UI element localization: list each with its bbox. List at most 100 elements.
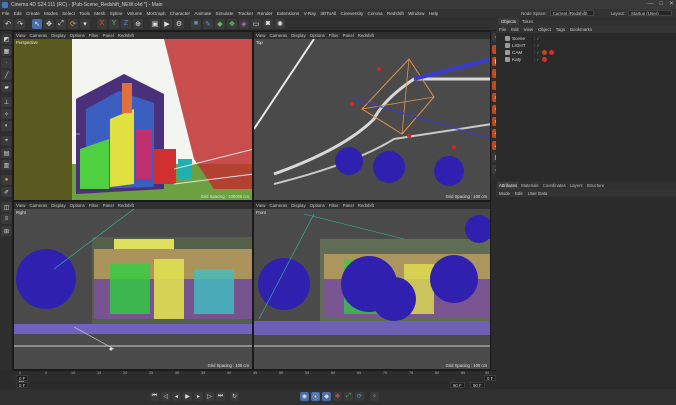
move-icon[interactable]: ✥ bbox=[44, 18, 54, 29]
coord-icon[interactable]: ⊕ bbox=[133, 18, 143, 29]
vp-menu-display[interactable]: Display bbox=[291, 33, 305, 38]
menu-render[interactable]: Render bbox=[257, 11, 272, 16]
record-keys-icon[interactable]: ◉ bbox=[300, 392, 309, 401]
deformer-icon[interactable]: ◈ bbox=[239, 18, 249, 29]
vp-menu-panel[interactable]: Panel bbox=[103, 33, 114, 38]
om-menu-tags[interactable]: Tags bbox=[556, 27, 565, 32]
axis-z-icon[interactable]: Z bbox=[121, 18, 131, 29]
visibility-dots-icon[interactable]: ⁚ ✓ bbox=[534, 43, 540, 48]
menu-create[interactable]: Create bbox=[26, 11, 40, 16]
viewport-layout-icon[interactable]: ⊞ bbox=[1, 226, 12, 236]
prev-frame-icon[interactable]: ◂ bbox=[172, 392, 181, 401]
om-menu-edit[interactable]: Edit bbox=[511, 27, 519, 32]
om-menu-file[interactable]: File bbox=[499, 27, 506, 32]
redshift-tag-icon[interactable] bbox=[541, 50, 547, 55]
vp-menu-filter[interactable]: Filter bbox=[329, 33, 339, 38]
menu-volume[interactable]: Volume bbox=[127, 11, 142, 16]
vp-menu-filter[interactable]: Filter bbox=[329, 203, 339, 208]
vp-menu-options[interactable]: Options bbox=[310, 33, 325, 38]
render-settings-icon[interactable]: ⚙ bbox=[174, 18, 184, 29]
solo-icon[interactable]: ◐ bbox=[1, 121, 12, 131]
end-frame-field[interactable]: 90 F bbox=[450, 382, 465, 388]
menu-tracker[interactable]: Tracker bbox=[238, 11, 253, 16]
vp-menu-cameras[interactable]: Cameras bbox=[269, 33, 287, 38]
render-icon[interactable]: ▶ bbox=[162, 18, 172, 29]
polygons-mode-icon[interactable]: ▰ bbox=[1, 82, 12, 92]
menu-mesh[interactable]: Mesh bbox=[94, 11, 105, 16]
loop-icon[interactable]: ↻ bbox=[230, 392, 239, 401]
camera-icon[interactable]: ◙ bbox=[263, 18, 273, 29]
viewport-perspective[interactable]: View Cameras Display Options Filter Pane… bbox=[13, 31, 253, 201]
menu-tools[interactable]: Tools bbox=[79, 11, 90, 16]
maximize-button[interactable]: □ bbox=[659, 1, 663, 8]
pen-icon[interactable]: ✎ bbox=[203, 18, 213, 29]
layout-dropdown[interactable]: Startup (User) bbox=[628, 10, 672, 16]
param-key-icon[interactable]: ⁘ bbox=[370, 392, 379, 401]
viewport-front[interactable]: View Cameras Display Options Filter Pane… bbox=[253, 201, 491, 370]
texture-mode-icon[interactable]: ▦ bbox=[1, 46, 12, 56]
menu-simulate[interactable]: Simulate bbox=[216, 11, 234, 16]
menu-select[interactable]: Select bbox=[62, 11, 75, 16]
vp-menu-cameras[interactable]: Cameras bbox=[269, 203, 287, 208]
locked-workplane-icon[interactable]: ▥ bbox=[1, 160, 12, 170]
vp-menu-panel[interactable]: Panel bbox=[343, 203, 354, 208]
vp-menu-display[interactable]: Display bbox=[291, 203, 305, 208]
vp-menu-panel[interactable]: Panel bbox=[343, 33, 354, 38]
tweak-mode-icon[interactable]: ✧ bbox=[1, 109, 12, 119]
workplane-icon[interactable]: ▤ bbox=[1, 148, 12, 158]
snap-icon[interactable]: ⌖ bbox=[1, 136, 12, 146]
go-to-end-icon[interactable]: ⏭ bbox=[216, 392, 225, 401]
vp-menu-view[interactable]: View bbox=[256, 33, 265, 38]
menu-cineversity[interactable]: Cineversity bbox=[341, 11, 364, 16]
prev-key-icon[interactable]: ◁ bbox=[161, 392, 170, 401]
node-space-dropdown[interactable]: Current (Redshift) bbox=[549, 10, 594, 16]
play-icon[interactable]: ▶ bbox=[183, 392, 192, 401]
visibility-dots-icon[interactable]: ⁚ ✓ bbox=[534, 50, 540, 55]
edges-mode-icon[interactable]: ╱ bbox=[1, 70, 12, 80]
vp-menu-view[interactable]: View bbox=[16, 203, 25, 208]
tab-coordinates[interactable]: Coordinates bbox=[541, 182, 568, 189]
display-tag-icon[interactable] bbox=[541, 57, 547, 62]
am-menu-mode[interactable]: Mode bbox=[499, 191, 510, 196]
close-button[interactable]: ✕ bbox=[669, 1, 674, 8]
uv-icon[interactable]: ◫ bbox=[1, 202, 12, 212]
vp-menu-redshift[interactable]: Redshift bbox=[358, 33, 374, 38]
menu-redshift[interactable]: Redshift bbox=[387, 11, 404, 16]
redo-icon[interactable]: ↷ bbox=[15, 18, 25, 29]
axis-mode-icon[interactable]: ⊥ bbox=[1, 97, 12, 107]
visibility-dots-icon[interactable]: ⁚ ✓ bbox=[534, 36, 540, 41]
menu-vray[interactable]: V-Ray bbox=[304, 11, 317, 16]
vp-menu-display[interactable]: Display bbox=[51, 33, 65, 38]
paint-icon[interactable]: ✐ bbox=[1, 187, 12, 197]
scale-key-icon[interactable]: ⤢ bbox=[344, 392, 353, 401]
model-mode-icon[interactable]: ◩ bbox=[1, 34, 12, 44]
menu-modes[interactable]: Modes bbox=[44, 11, 58, 16]
recent-icon[interactable]: ▾ bbox=[80, 18, 90, 29]
tab-layers[interactable]: Layers bbox=[568, 182, 585, 189]
menu-help[interactable]: Help bbox=[429, 11, 438, 16]
menu-extensions[interactable]: Extensions bbox=[277, 11, 299, 16]
preview-end-frame-field[interactable]: 90 F bbox=[470, 382, 485, 388]
sculpt-icon[interactable]: ● bbox=[1, 175, 12, 185]
menu-edit[interactable]: Edit bbox=[14, 11, 22, 16]
menu-corona[interactable]: Corona bbox=[368, 11, 383, 16]
om-menu-bookmarks[interactable]: Bookmarks bbox=[570, 27, 592, 32]
menu-file[interactable]: File bbox=[2, 11, 9, 16]
tab-attributes[interactable]: Attributes bbox=[497, 182, 520, 189]
vp-menu-redshift[interactable]: Redshift bbox=[358, 203, 374, 208]
vp-menu-options[interactable]: Options bbox=[310, 203, 325, 208]
undo-icon[interactable]: ↶ bbox=[3, 18, 13, 29]
rot-key-icon[interactable]: ⟳ bbox=[355, 392, 364, 401]
menu-character[interactable]: Character bbox=[170, 11, 190, 16]
timeline-ruler[interactable]: 0 5 10 15 20 25 30 35 40 45 50 55 60 65 … bbox=[13, 370, 496, 383]
keyframe-selection-icon[interactable]: ◆ bbox=[322, 392, 331, 401]
start-frame-field[interactable]: 0 F bbox=[16, 382, 29, 388]
floor-icon[interactable]: ▭ bbox=[251, 18, 261, 29]
tab-structure[interactable]: Structure bbox=[585, 182, 606, 189]
autokey-icon[interactable]: ⦿ bbox=[311, 392, 320, 401]
axis-x-icon[interactable]: X bbox=[97, 18, 107, 29]
vp-menu-filter[interactable]: Filter bbox=[89, 33, 99, 38]
pos-key-icon[interactable]: ✥ bbox=[333, 392, 342, 401]
cloner-icon[interactable]: ❖ bbox=[227, 18, 237, 29]
axis-y-icon[interactable]: Y bbox=[109, 18, 119, 29]
